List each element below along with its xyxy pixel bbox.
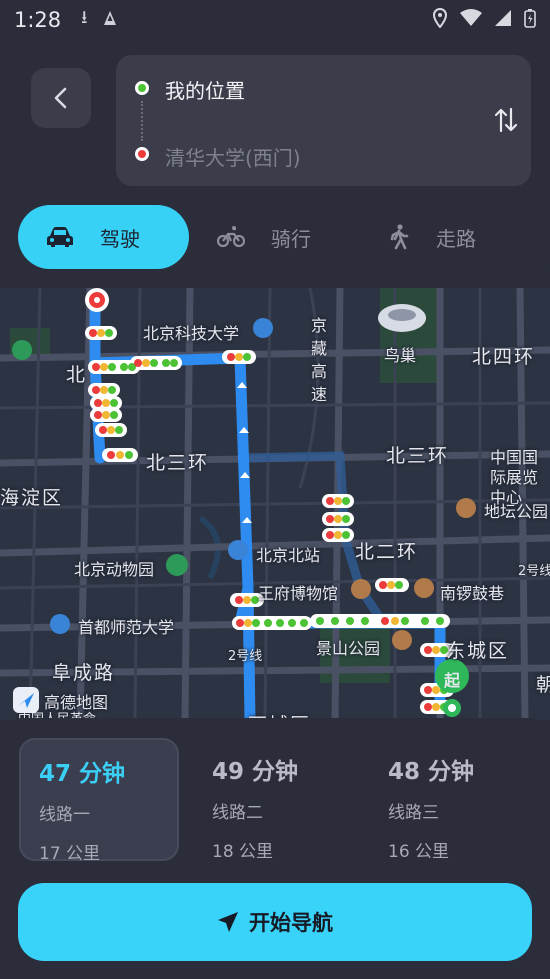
map-label-bjbz: 北京北站 [256, 546, 321, 565]
bicycle-icon [217, 226, 245, 248]
tab-walk-label: 走路 [436, 226, 476, 251]
download-icon: ⭳ [81, 7, 88, 28]
map-label-beierhuan: 北二环 [355, 541, 419, 563]
destination-dot-icon [135, 147, 149, 161]
route-2-distance: 18 公里 [212, 842, 274, 862]
map-label-dongcheng: 东城区 [446, 640, 510, 662]
origin-field[interactable]: 我的位置 [165, 75, 245, 104]
start-navigation-button[interactable]: 开始导航 [18, 883, 532, 961]
map-label-zoo: 北京动物园 [74, 560, 155, 579]
route-option-1[interactable]: 47 分钟 线路一 17 公里 [19, 738, 179, 864]
navigation-arrow-icon [218, 912, 238, 932]
swap-button[interactable] [491, 105, 521, 135]
walk-icon [390, 224, 409, 250]
map-label-chao: 朝 [536, 674, 550, 696]
map-label-niaochao: 鸟巢 [384, 346, 417, 365]
route-1-distance: 17 公里 [39, 844, 101, 864]
map-label-line2-right: 2号线 [518, 564, 550, 579]
status-bar: 1:28 ⭳ [0, 0, 550, 40]
status-time: 1:28 [14, 8, 62, 32]
route-2-time: 49 分钟 [212, 759, 299, 785]
map-label-line2-left: 2号线 [228, 649, 263, 664]
map-label-nanluo: 南锣鼓巷 [440, 584, 505, 603]
route-1-time: 47 分钟 [39, 761, 126, 787]
app-notification-icon [103, 10, 117, 31]
location-icon [432, 7, 448, 32]
map-label-bei: 北 [66, 364, 88, 386]
map-view[interactable]: 北京科技大学 京藏高速 鸟巢 北四环 北三环 北三环 中国国际展览中心 海淀区 … [0, 288, 550, 720]
car-icon [47, 227, 73, 247]
route-3-time: 48 分钟 [388, 759, 475, 785]
chevron-left-icon [54, 87, 67, 109]
battery-icon [524, 8, 536, 32]
signal-icon [494, 9, 512, 31]
origin-dot-icon [135, 81, 149, 95]
wifi-icon [460, 9, 482, 31]
map-label-ditan: 地坛公园 [484, 502, 549, 521]
map-label-beisanhuan-right: 北三环 [386, 445, 450, 467]
tab-drive-label: 驾驶 [100, 226, 140, 251]
route-input-box: 我的位置 清华大学(西门) [116, 55, 531, 186]
travel-mode-tabs: 驾驶 骑行 走路 [18, 205, 532, 269]
tab-bike-label: 骑行 [271, 226, 311, 251]
map-label-fcl: 阜成路 [52, 662, 116, 684]
map-label-beisanhuan-left: 北三环 [146, 452, 210, 474]
top-panel: 1:28 ⭳ 我的位置 清华大学(西门) 驾驶 骑行 走路 [0, 0, 550, 288]
map-label-bkd: 北京科技大学 [143, 324, 240, 343]
route-1-name: 线路一 [39, 805, 90, 825]
route-2-name: 线路二 [212, 803, 263, 823]
map-label-beisihuan: 北四环 [472, 346, 536, 368]
route-connector [141, 101, 143, 141]
map-label-shida: 首都师范大学 [78, 618, 175, 637]
map-label-haidian: 海淀区 [0, 487, 64, 509]
tab-bike[interactable]: 骑行 [189, 205, 360, 269]
start-marker-label: 起 [444, 671, 461, 690]
swap-arrows-icon [494, 107, 518, 133]
route-option-2[interactable]: 49 分钟 线路二 18 公里 [194, 738, 354, 862]
destination-field[interactable]: 清华大学(西门) [165, 142, 301, 171]
start-navigation-label: 开始导航 [249, 911, 333, 935]
route-options-sheet: 47 分钟 线路一 17 公里 49 分钟 线路二 18 公里 48 分钟 线路… [0, 718, 550, 979]
route-3-name: 线路三 [388, 803, 439, 823]
tab-walk[interactable]: 走路 [360, 205, 531, 269]
map-label-wangfu: 王府博物馆 [258, 584, 339, 603]
map-label-jingshan: 景山公园 [316, 639, 381, 658]
route-3-distance: 16 公里 [388, 842, 450, 862]
back-button[interactable] [31, 68, 91, 128]
route-option-3[interactable]: 48 分钟 线路三 16 公里 [370, 738, 530, 862]
tab-drive[interactable]: 驾驶 [18, 205, 189, 269]
map-label-jzgs: 京藏高速 [311, 316, 328, 404]
